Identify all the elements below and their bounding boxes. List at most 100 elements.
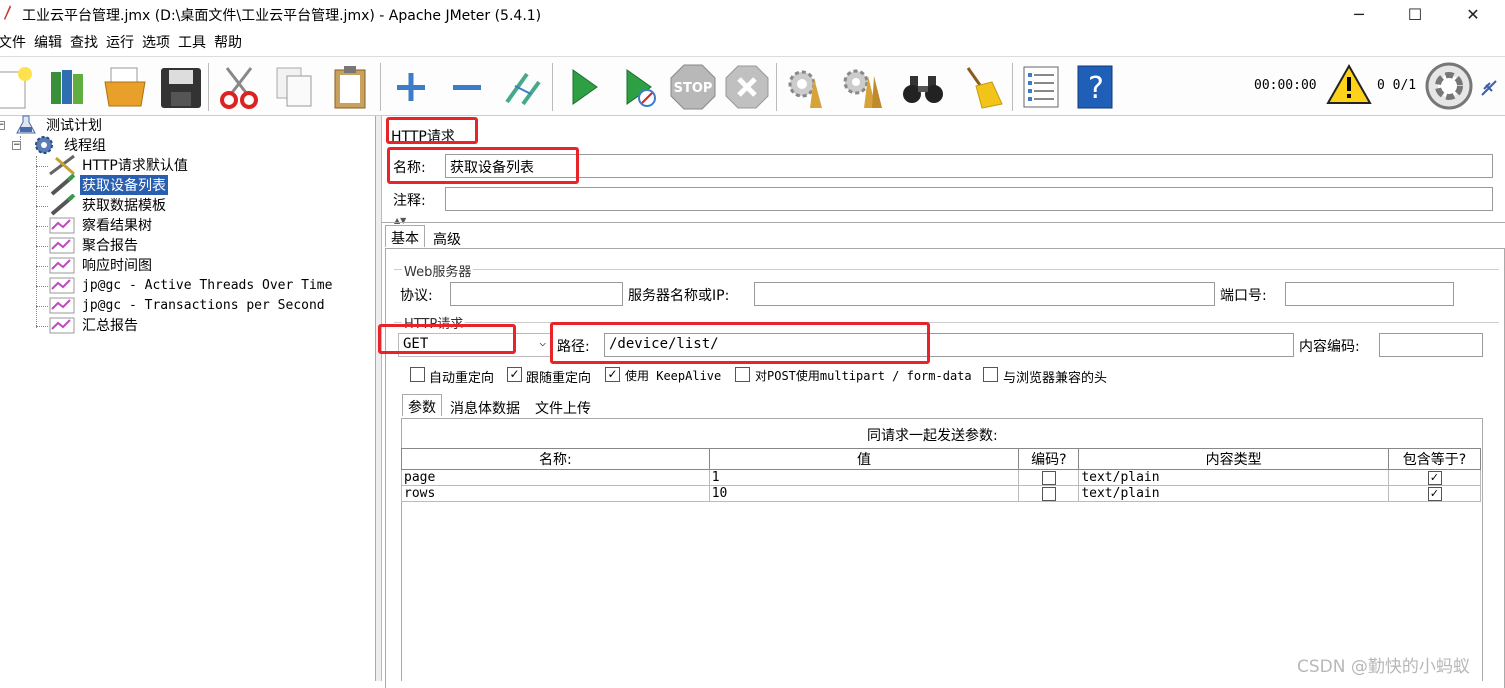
auto-redirect-checkbox[interactable] [410, 367, 425, 382]
comment-input[interactable] [445, 187, 1493, 211]
method-select[interactable]: GET ⌵ [398, 333, 551, 357]
copy-button[interactable] [270, 61, 320, 113]
protocol-input[interactable] [450, 282, 623, 306]
table-row[interactable]: page 1 text/plain ✓ [401, 469, 1481, 486]
param-content-type-cell[interactable]: text/plain [1078, 469, 1390, 486]
copy-icon [276, 67, 312, 107]
param-value-cell[interactable]: 10 [708, 485, 1020, 502]
start-button[interactable] [558, 61, 608, 113]
include-equals-checkbox[interactable]: ✓ [1427, 470, 1442, 485]
param-encode-cell[interactable] [1018, 469, 1080, 486]
broom-icon [966, 67, 1003, 109]
param-encode-cell[interactable] [1018, 485, 1080, 502]
templates-button[interactable] [44, 61, 94, 113]
keepalive-label: 使用 KeepAlive [625, 369, 722, 383]
menu-search[interactable]: 查找 [66, 32, 102, 52]
collapse-arrows-icon[interactable]: ▲▼ [394, 216, 406, 225]
col-header-encode[interactable]: 编码? [1018, 448, 1080, 470]
browser-headers-checkbox[interactable] [983, 367, 998, 382]
tree-node-get-device-list[interactable]: 获取设备列表 [48, 174, 168, 196]
menu-options[interactable]: 选项 [138, 32, 174, 52]
col-header-include-equals[interactable]: 包含等于? [1388, 448, 1481, 470]
minimize-button[interactable]: ─ [1334, 0, 1384, 28]
stop-button[interactable]: STOP [668, 61, 718, 113]
expand-all-button[interactable] [386, 61, 436, 113]
close-button[interactable]: ✕ [1448, 0, 1498, 28]
tree-node-aggregate-report[interactable]: 聚合报告 [48, 235, 140, 255]
binoculars-icon [903, 76, 943, 103]
tab-body-data[interactable]: 消息体数据 [445, 396, 525, 418]
sampler-pipette-icon [50, 194, 76, 216]
clear-all-button[interactable] [838, 61, 888, 113]
cut-button[interactable] [214, 61, 264, 113]
col-header-content-type[interactable]: 内容类型 [1078, 448, 1390, 470]
encode-checkbox[interactable] [1041, 486, 1056, 501]
col-header-name[interactable]: 名称: [401, 448, 710, 470]
tree-node-get-data-template[interactable]: 获取数据模板 [48, 194, 168, 216]
multipart-checkbox[interactable] [735, 367, 750, 382]
listener-graph-icon [49, 237, 75, 254]
collapse-all-button[interactable] [442, 61, 492, 113]
path-input[interactable]: /device/list/ [604, 333, 1294, 357]
menu-file[interactable]: 文件 [0, 32, 30, 52]
tree-expander-root[interactable]: − [0, 121, 5, 130]
web-server-group-title: Web服务器 [402, 261, 474, 280]
keepalive-checkbox[interactable]: ✓ [605, 367, 620, 382]
tree-node-thread-group[interactable]: 线程组 [30, 135, 108, 155]
open-button[interactable] [100, 61, 150, 113]
search-button[interactable] [898, 61, 948, 113]
tree-node-transactions-per-second[interactable]: jp@gc - Transactions per Second [48, 295, 327, 315]
toggle-button[interactable] [498, 61, 548, 113]
tree-node-http-defaults[interactable]: HTTP请求默认值 [48, 154, 190, 176]
save-button[interactable] [156, 61, 206, 113]
tab-advanced[interactable]: 高级 [428, 227, 466, 249]
tree-expander-thread-group[interactable]: − [12, 141, 21, 150]
param-name-cell[interactable]: rows [401, 485, 710, 502]
function-helper-button[interactable] [1016, 61, 1066, 113]
http-request-group-title: HTTP请求 [402, 313, 466, 332]
tree-node-view-results-tree[interactable]: 察看结果树 [48, 215, 154, 235]
param-include-equals-cell[interactable]: ✓ [1388, 485, 1481, 502]
play-icon [572, 69, 598, 105]
tree-node-test-plan[interactable]: 测试计划 [14, 115, 104, 135]
shutdown-button[interactable] [722, 61, 772, 113]
tab-parameters[interactable]: 参数 [402, 394, 442, 416]
col-header-value[interactable]: 值 [708, 448, 1020, 470]
start-no-pauses-button[interactable] [614, 61, 664, 113]
tree-node-response-time-graph[interactable]: 响应时间图 [48, 255, 154, 275]
warning-icon[interactable] [1326, 63, 1372, 111]
param-value-cell[interactable]: 1 [708, 469, 1020, 486]
encode-checkbox[interactable] [1041, 470, 1056, 485]
help-button[interactable]: ? [1070, 61, 1120, 113]
test-plan-tree: − 测试计划 − 线程组 HTTP请求默认值 获取设备列表 获取数据模板 察看结… [0, 115, 376, 681]
server-input[interactable] [754, 282, 1215, 306]
clear-button[interactable] [782, 61, 832, 113]
param-name-cell[interactable]: page [401, 469, 710, 486]
encoding-input[interactable] [1379, 333, 1483, 357]
paste-button[interactable] [326, 61, 376, 113]
menu-run[interactable]: 运行 [102, 32, 138, 52]
menu-tools[interactable]: 工具 [174, 32, 210, 52]
name-input[interactable]: 获取设备列表 [445, 154, 1493, 178]
paste-clipboard-icon [334, 66, 366, 109]
log-feather-icon[interactable] [1480, 79, 1498, 101]
tree-node-summary-report[interactable]: 汇总报告 [48, 315, 140, 335]
menu-help[interactable]: 帮助 [210, 32, 246, 52]
menu-edit[interactable]: 编辑 [30, 32, 66, 52]
table-row[interactable]: rows 10 text/plain ✓ [401, 485, 1481, 502]
new-button[interactable] [0, 61, 38, 113]
follow-redirect-checkbox[interactable]: ✓ [507, 367, 522, 382]
scissors-icon [220, 67, 258, 109]
tree-node-active-threads[interactable]: jp@gc - Active Threads Over Time [48, 275, 334, 295]
port-input[interactable] [1285, 282, 1454, 306]
param-content-type-cell[interactable]: text/plain [1078, 485, 1390, 502]
param-include-equals-cell[interactable]: ✓ [1388, 469, 1481, 486]
test-plan-flask-icon [16, 115, 36, 134]
maximize-button[interactable]: ☐ [1390, 0, 1440, 28]
reset-search-button[interactable] [956, 61, 1006, 113]
tab-basic[interactable]: 基本 [385, 225, 425, 247]
include-equals-checkbox[interactable]: ✓ [1427, 486, 1442, 501]
tab-files-upload[interactable]: 文件上传 [530, 396, 596, 418]
params-caption: 同请求一起发送参数: [867, 428, 998, 444]
sampler-pipette-icon [50, 174, 76, 196]
